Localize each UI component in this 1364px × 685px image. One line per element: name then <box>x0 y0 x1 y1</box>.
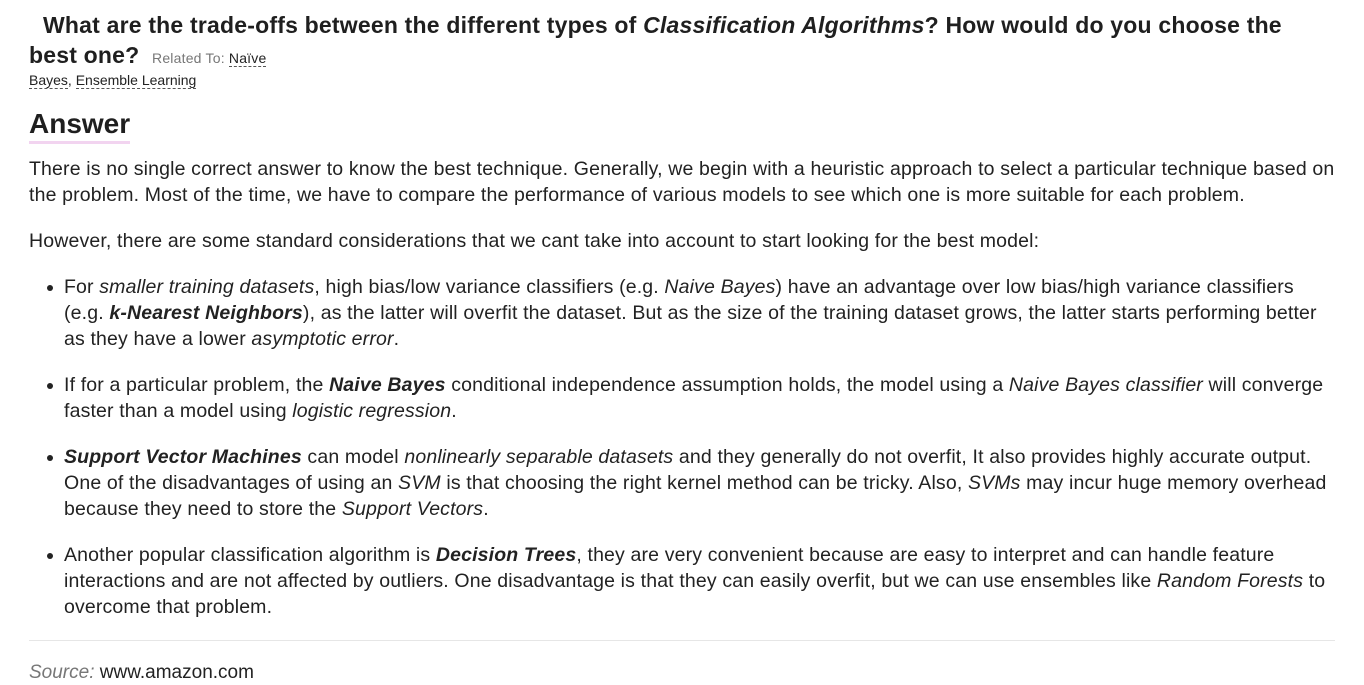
divider <box>29 640 1335 641</box>
source-label: Source: <box>29 662 95 683</box>
bold-italic-term: Naive Bayes <box>329 374 446 396</box>
related-link-ensemble-learning[interactable]: Ensemble Learning <box>75 72 197 89</box>
text-segment: is that choosing the right kernel method… <box>440 472 968 494</box>
bold-italic-term: k-Nearest Neighbors <box>109 302 303 324</box>
bullet-dot <box>47 285 53 291</box>
list-item: If for a particular problem, the Naive B… <box>47 372 1335 424</box>
answer-paragraph-1: There is no single correct answer to kno… <box>29 158 1335 206</box>
bold-italic-term: Support Vector Machines <box>64 446 302 468</box>
related-link-naive-bayes-part1[interactable]: Naïve <box>228 50 267 67</box>
question-title: What are the trade-offs between the diff… <box>29 0 1335 73</box>
bullet-dot <box>47 455 53 461</box>
text-segment: If for a particular problem, the <box>64 374 330 396</box>
qa-page: What are the trade-offs between the diff… <box>0 0 1364 685</box>
text-segment: can model <box>301 446 405 468</box>
italic-term: Naive Bayes classifier <box>1008 374 1203 396</box>
related-to-line2: Bayes, Ensemble Learning <box>29 71 1335 89</box>
list-item: Support Vector Machines can model nonlin… <box>47 444 1335 522</box>
related-to-label: Related To: <box>152 50 225 66</box>
text-segment: conditional independence assumption hold… <box>445 374 1009 396</box>
italic-term: Naive Bayes <box>664 276 776 298</box>
text-segment: . <box>483 498 489 520</box>
text-segment: Another popular classification algorithm… <box>64 544 436 566</box>
text-segment: , high bias/low variance classifiers (e.… <box>314 276 665 298</box>
considerations-list: For smaller training datasets, high bias… <box>29 274 1335 620</box>
list-item: For smaller training datasets, high bias… <box>47 274 1335 352</box>
italic-term: logistic regression <box>292 400 452 422</box>
question-emphasis: Classification Algorithms <box>643 12 925 38</box>
related-to: Related To: Naïve <box>152 50 267 67</box>
question-text-part1: What are the trade-offs between the diff… <box>43 12 644 38</box>
list-item: Another popular classification algorithm… <box>47 542 1335 620</box>
italic-term: nonlinearly separable datasets <box>404 446 674 468</box>
italic-term: Random Forests <box>1156 570 1304 592</box>
answer-paragraph-2: However, there are some standard conside… <box>29 230 1040 252</box>
bold-italic-term: Decision Trees <box>435 544 577 566</box>
source-line: Source: www.amazon.com <box>29 661 1335 685</box>
italic-term: smaller training datasets <box>99 276 315 298</box>
bullet-dot <box>47 553 53 559</box>
italic-term: SVMs <box>967 472 1021 494</box>
related-separator: , <box>67 72 72 88</box>
answer-heading: Answer <box>29 107 131 144</box>
bullet-dot <box>47 383 53 389</box>
italic-term: SVM <box>398 472 441 494</box>
italic-term: asymptotic error <box>251 328 394 350</box>
related-link-naive-bayes-part2[interactable]: Bayes <box>29 72 68 89</box>
text-segment: . <box>393 328 400 350</box>
source-url: www.amazon.com <box>99 662 254 683</box>
text-segment: . <box>451 400 457 422</box>
italic-term: Support Vectors <box>341 498 484 520</box>
text-segment: For <box>64 276 100 298</box>
